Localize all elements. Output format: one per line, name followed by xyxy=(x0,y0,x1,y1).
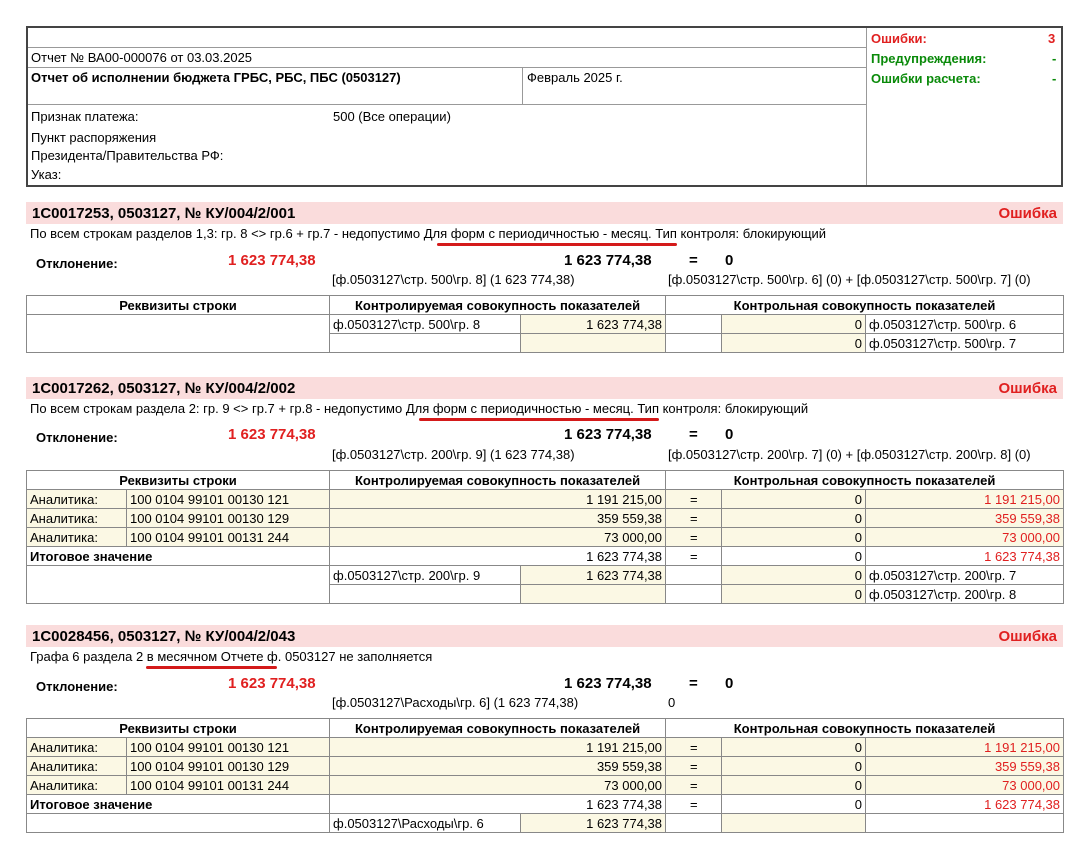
table-row[interactable]: Аналитика: 100 0104 99101 00130 121 1 19… xyxy=(26,737,1065,757)
total-row[interactable]: Итоговое значение 1 623 774,38 = 0 1 623… xyxy=(25,794,1065,814)
table-row[interactable]: Аналитика: 100 0104 99101 00130 129 359 … xyxy=(26,756,1065,776)
left-formula: [ф.0503127\Расходы\гр. 6] (1 623 774,38) xyxy=(332,695,579,710)
table-row[interactable]: Аналитика: 100 0104 99101 00131 244 73 0… xyxy=(26,527,1065,547)
error-status: Ошибка xyxy=(998,205,1057,222)
table-row[interactable]: Аналитика: 100 0104 99101 00131 244 73 0… xyxy=(26,775,1065,795)
report-period: Февраль 2025 г. xyxy=(527,70,623,85)
equals-sign: = xyxy=(689,252,698,269)
right-formula: [ф.0503127\стр. 500\гр. 6] (0) + [ф.0503… xyxy=(668,272,1031,287)
left-formula: [ф.0503127\стр. 500\гр. 8] (1 623 774,38… xyxy=(332,272,575,287)
col-requisites: Реквизиты строки xyxy=(25,470,331,490)
col-controlled: Контролируемая совокупность показателей xyxy=(329,295,666,315)
table-row[interactable]: ф.0503127\Расходы\гр. 6 1 623 774,38 xyxy=(25,813,1065,833)
payment-sign-label: Признак платежа: xyxy=(31,109,139,124)
calc-errors-count: - xyxy=(1052,71,1057,86)
error-code: 1С0028456, 0503127, № КУ/004/2/043 xyxy=(32,628,296,645)
error-detail-table: Реквизиты строки Контролируемая совокупн… xyxy=(25,718,1065,833)
order-label-2: Президента/Правительства РФ: xyxy=(31,148,224,163)
report-title: Отчет об исполнении бюджета ГРБС, РБС, П… xyxy=(31,70,401,85)
right-value: 0 xyxy=(725,252,734,269)
errors-count: 3 xyxy=(1048,31,1056,46)
error-header[interactable]: 1С0028456, 0503127, № КУ/004/2/043 Ошибк… xyxy=(26,625,1063,647)
deviation-label: Отклонение: xyxy=(36,256,118,271)
deviation-value: 1 623 774,38 xyxy=(228,252,316,269)
table-row[interactable]: ф.0503127\стр. 500\гр. 8 1 623 774,38 0 … xyxy=(26,314,1064,353)
error-status: Ошибка xyxy=(998,628,1057,645)
error-header[interactable]: 1С0017262, 0503127, № КУ/004/2/002 Ошибк… xyxy=(26,377,1063,399)
error-code: 1С0017253, 0503127, № КУ/004/2/001 xyxy=(32,205,296,222)
report-number: Отчет № ВА00-000076 от 03.03.2025 xyxy=(31,50,253,65)
error-code: 1С0017262, 0503127, № КУ/004/2/002 xyxy=(32,380,296,397)
col-controlled: Контролируемая совокупность показателей xyxy=(329,718,667,738)
col-control: Контрольная совокупность показателей xyxy=(665,295,1064,315)
error-detail-table: Реквизиты строки Контролируемая совокупн… xyxy=(26,295,1064,353)
deviation-label: Отклонение: xyxy=(36,430,118,445)
error-description: Графа 6 раздела 2 в месячном Отчете ф. 0… xyxy=(30,649,433,664)
table-row[interactable]: Аналитика: 100 0104 99101 00130 121 1 19… xyxy=(26,489,1065,509)
table-row[interactable]: Аналитика: 100 0104 99101 00130 129 359 … xyxy=(26,508,1065,528)
error-header[interactable]: 1С0017253, 0503127, № КУ/004/2/001 Ошибк… xyxy=(26,202,1063,224)
error-description: По всем строкам разделов 1,3: гр. 8 <> г… xyxy=(30,226,827,241)
error-description: По всем строкам раздела 2: гр. 9 <> гр.7… xyxy=(30,401,809,416)
deviation-value: 1 623 774,38 xyxy=(228,426,316,443)
left-value: 1 623 774,38 xyxy=(564,675,652,692)
col-control: Контрольная совокупность показателей xyxy=(665,718,1065,738)
col-controlled: Контролируемая совокупность показателей xyxy=(329,470,667,490)
left-value: 1 623 774,38 xyxy=(564,426,652,443)
deviation-label: Отклонение: xyxy=(36,679,118,694)
left-formula: [ф.0503127\стр. 200\гр. 9] (1 623 774,38… xyxy=(332,447,575,462)
equals-sign: = xyxy=(689,675,698,692)
col-requisites: Реквизиты строки xyxy=(25,718,331,738)
payment-sign-value: 500 (Все операции) xyxy=(333,109,451,124)
highlight-underline xyxy=(437,243,677,246)
right-value: 0 xyxy=(725,426,734,443)
col-control: Контрольная совокупность показателей xyxy=(665,470,1065,490)
order-label-1: Пункт распоряжения xyxy=(31,130,157,145)
right-formula: [ф.0503127\стр. 200\гр. 7] (0) + [ф.0503… xyxy=(668,447,1031,462)
equals-sign: = xyxy=(689,426,698,443)
decree-label: Указ: xyxy=(31,167,62,182)
highlight-underline xyxy=(419,418,659,421)
deviation-value: 1 623 774,38 xyxy=(228,675,316,692)
error-detail-table: Реквизиты строки Контролируемая совокупн… xyxy=(25,470,1065,604)
table-row[interactable]: ф.0503127\стр. 200\гр. 9 1 623 774,38 0 … xyxy=(25,565,1065,604)
warnings-label: Предупреждения: xyxy=(871,51,987,66)
col-requisites: Реквизиты строки xyxy=(26,295,330,315)
left-value: 1 623 774,38 xyxy=(564,252,652,269)
error-status: Ошибка xyxy=(998,380,1057,397)
highlight-underline xyxy=(146,666,277,669)
report-header: Отчет № ВА00-000076 от 03.03.2025 Отчет … xyxy=(26,26,1063,187)
calc-errors-label: Ошибки расчета: xyxy=(871,71,981,86)
right-formula: 0 xyxy=(668,695,676,710)
right-value: 0 xyxy=(725,675,734,692)
total-row[interactable]: Итоговое значение 1 623 774,38 = 0 1 623… xyxy=(25,546,1065,566)
errors-label: Ошибки: xyxy=(871,31,927,46)
warnings-count: - xyxy=(1052,51,1057,66)
